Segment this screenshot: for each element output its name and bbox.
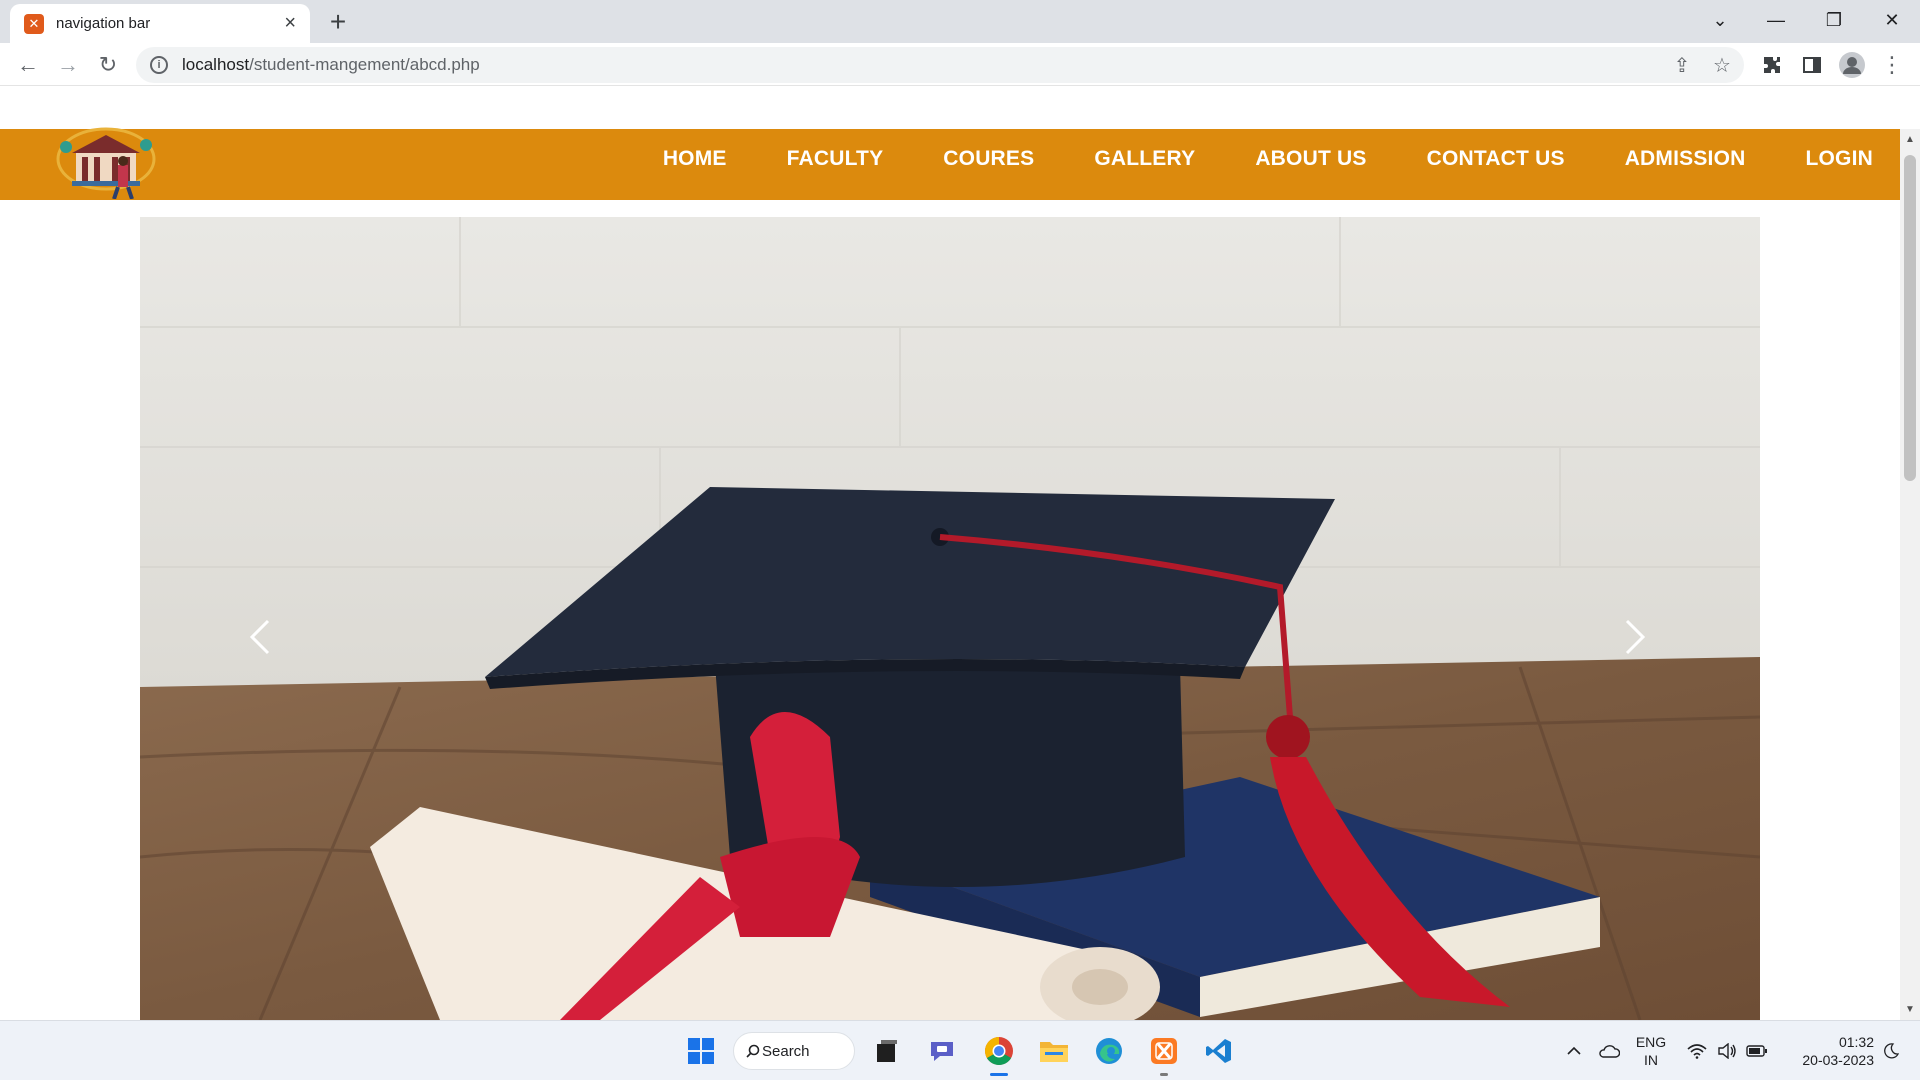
url-text[interactable]: localhost/student-mangement/abcd.php (182, 55, 480, 75)
address-bar[interactable]: i localhost/student-mangement/abcd.php ⇪… (136, 47, 1744, 83)
search-label: Search (762, 1042, 810, 1060)
reload-button[interactable]: ↻ (92, 49, 124, 81)
tab-search-icon[interactable]: ⌄ (1692, 0, 1748, 40)
side-panel-icon[interactable] (1796, 49, 1828, 81)
site-navbar: HOME FACULTY COURES GALLERY ABOUT US CON… (0, 127, 1900, 200)
new-tab-button[interactable]: + (322, 6, 354, 38)
chrome-icon[interactable] (979, 1031, 1019, 1071)
nav-menu: HOME FACULTY COURES GALLERY ABOUT US CON… (603, 129, 1873, 189)
file-explorer-icon[interactable] (1034, 1031, 1074, 1071)
scroll-up-arrow-icon[interactable]: ▲ (1900, 131, 1920, 148)
page-scrollbar[interactable]: ▲ ▼ (1900, 129, 1920, 1020)
scroll-thumb[interactable] (1904, 155, 1916, 481)
close-tab-icon[interactable]: × (284, 12, 296, 35)
nav-gallery-link[interactable]: GALLERY (1094, 147, 1195, 171)
screen: ✕ navigation bar × + ⌄ — ❐ ✕ ← → ↻ i loc… (0, 0, 1920, 1080)
chevron-left-icon (249, 619, 270, 655)
nav-courses-link[interactable]: COURES (943, 147, 1034, 171)
windows-start-icon[interactable] (681, 1031, 721, 1071)
taskbar-search-box[interactable]: Search (733, 1032, 855, 1070)
back-button[interactable]: ← (12, 49, 44, 81)
xampp-running-indicator (1160, 1073, 1168, 1076)
edge-icon[interactable] (1089, 1031, 1129, 1071)
input-language-indicator[interactable]: ENG IN (1626, 1033, 1676, 1069)
nav-admission-link[interactable]: ADMISSION (1625, 147, 1746, 171)
teams-chat-icon[interactable] (922, 1031, 962, 1071)
browser-tab[interactable]: ✕ navigation bar × (10, 4, 310, 43)
nav-about-link[interactable]: ABOUT US (1255, 147, 1366, 171)
minimize-button[interactable]: — (1748, 0, 1804, 40)
restore-button[interactable]: ❐ (1806, 0, 1862, 40)
graduation-cap-slide-image (140, 217, 1760, 1020)
onedrive-cloud-icon[interactable] (1594, 1031, 1624, 1071)
show-hidden-icons-chevron-icon[interactable] (1560, 1031, 1588, 1071)
forward-button[interactable]: → (52, 49, 84, 81)
chevron-right-icon (1625, 619, 1646, 655)
wifi-icon[interactable] (1682, 1031, 1712, 1071)
clock-date: 20-03-2023 (1802, 1052, 1874, 1068)
battery-icon[interactable] (1742, 1031, 1772, 1071)
volume-icon[interactable] (1712, 1031, 1742, 1071)
extensions-puzzle-icon[interactable] (1756, 49, 1788, 81)
web-page: HOME FACULTY COURES GALLERY ABOUT US CON… (0, 86, 1900, 1020)
notification-moon-icon[interactable] (1876, 1031, 1906, 1071)
nav-faculty-link[interactable]: FACULTY (787, 147, 884, 171)
lang-code: ENG (1635, 1034, 1667, 1050)
share-icon[interactable]: ⇪ (1668, 51, 1696, 79)
school-logo[interactable] (52, 115, 160, 200)
system-clock[interactable]: 01:32 20-03-2023 (1778, 1033, 1874, 1069)
vscode-icon[interactable] (1199, 1031, 1239, 1071)
profile-avatar-icon[interactable] (1836, 49, 1868, 81)
bookmark-star-icon[interactable]: ☆ (1708, 51, 1736, 79)
nav-login-link[interactable]: LOGIN (1806, 147, 1874, 171)
chrome-active-indicator (990, 1073, 1008, 1076)
browser-toolbar: ← → ↻ i localhost/student-mangement/abcd… (0, 43, 1920, 86)
windows-taskbar: Search ENG IN 01:32 20-03-2023 (0, 1020, 1920, 1080)
carousel-next-button[interactable] (1615, 607, 1655, 667)
clock-time: 01:32 (1838, 1034, 1874, 1050)
tab-title: navigation bar (56, 15, 151, 32)
search-icon (746, 1044, 760, 1058)
xampp-favicon-icon: ✕ (24, 13, 44, 34)
tab-strip: ✕ navigation bar × + ⌄ — ❐ ✕ (0, 0, 1920, 43)
scroll-down-arrow-icon[interactable]: ▼ (1900, 1001, 1920, 1018)
site-info-icon[interactable]: i (150, 56, 168, 74)
hero-carousel (140, 217, 1760, 1020)
xampp-icon[interactable] (1144, 1031, 1184, 1071)
nav-contact-link[interactable]: CONTACT US (1427, 147, 1565, 171)
nav-home-link[interactable]: HOME (663, 147, 727, 171)
close-window-button[interactable]: ✕ (1864, 0, 1920, 40)
menu-kebab-icon[interactable]: ⋮ (1876, 49, 1908, 81)
task-view-icon[interactable] (867, 1031, 907, 1071)
region-code: IN (1644, 1052, 1658, 1068)
carousel-prev-button[interactable] (240, 607, 280, 667)
